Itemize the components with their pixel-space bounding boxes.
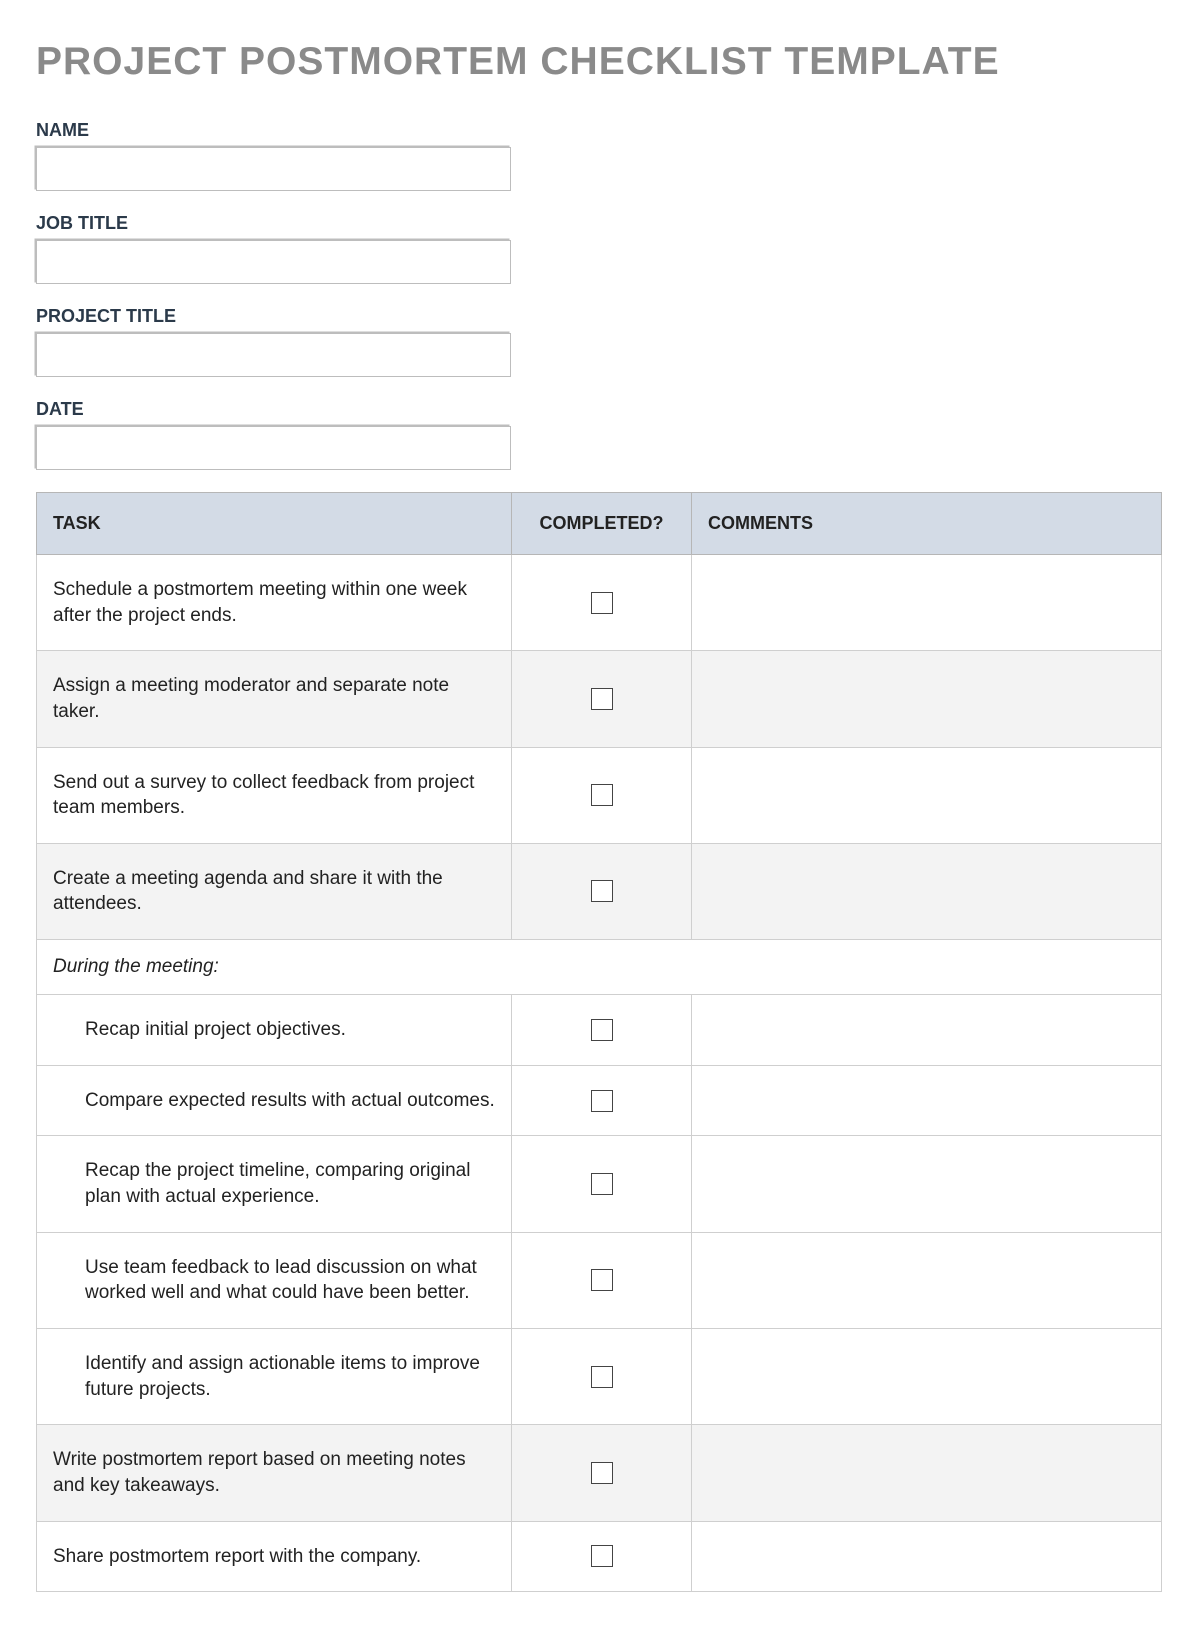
checkbox[interactable]	[591, 688, 613, 710]
table-row: Compare expected results with actual out…	[37, 1065, 1162, 1136]
job-title-label: JOB TITLE	[36, 213, 1162, 234]
task-cell: Send out a survey to collect feedback fr…	[37, 747, 512, 843]
completed-cell	[512, 1065, 692, 1136]
checkbox[interactable]	[591, 1545, 613, 1567]
task-cell: Recap initial project objectives.	[37, 995, 512, 1066]
project-title-label: PROJECT TITLE	[36, 306, 1162, 327]
completed-cell	[512, 1328, 692, 1424]
completed-cell	[512, 747, 692, 843]
project-title-field-group: PROJECT TITLE	[36, 306, 1162, 377]
table-row: Recap initial project objectives.	[37, 995, 1162, 1066]
name-input[interactable]	[36, 147, 511, 191]
table-row: Create a meeting agenda and share it wit…	[37, 843, 1162, 939]
header-comments: COMMENTS	[692, 493, 1162, 555]
checkbox[interactable]	[591, 1019, 613, 1041]
comments-cell[interactable]	[692, 1521, 1162, 1592]
completed-cell	[512, 995, 692, 1066]
task-cell: Use team feedback to lead discussion on …	[37, 1232, 512, 1328]
completed-cell	[512, 1425, 692, 1521]
completed-cell	[512, 555, 692, 651]
checkbox[interactable]	[591, 1090, 613, 1112]
table-row: Write postmortem report based on meeting…	[37, 1425, 1162, 1521]
completed-cell	[512, 1232, 692, 1328]
comments-cell[interactable]	[692, 843, 1162, 939]
checkbox[interactable]	[591, 1366, 613, 1388]
table-row: Send out a survey to collect feedback fr…	[37, 747, 1162, 843]
task-cell: Compare expected results with actual out…	[37, 1065, 512, 1136]
comments-cell[interactable]	[692, 1065, 1162, 1136]
section-heading: During the meeting:	[37, 940, 1162, 995]
table-row: Schedule a postmortem meeting within one…	[37, 555, 1162, 651]
task-cell: Share postmortem report with the company…	[37, 1521, 512, 1592]
comments-cell[interactable]	[692, 1328, 1162, 1424]
table-row: Assign a meeting moderator and separate …	[37, 651, 1162, 747]
comments-cell[interactable]	[692, 995, 1162, 1066]
header-completed: COMPLETED?	[512, 493, 692, 555]
task-cell: Schedule a postmortem meeting within one…	[37, 555, 512, 651]
task-cell: Recap the project timeline, comparing or…	[37, 1136, 512, 1232]
job-title-input[interactable]	[36, 240, 511, 284]
comments-cell[interactable]	[692, 555, 1162, 651]
table-row: Recap the project timeline, comparing or…	[37, 1136, 1162, 1232]
checklist-table: TASK COMPLETED? COMMENTS Schedule a post…	[36, 492, 1162, 1592]
completed-cell	[512, 843, 692, 939]
comments-cell[interactable]	[692, 1136, 1162, 1232]
date-label: DATE	[36, 399, 1162, 420]
checkbox[interactable]	[591, 592, 613, 614]
header-task: TASK	[37, 493, 512, 555]
checkbox[interactable]	[591, 1269, 613, 1291]
table-row: Use team feedback to lead discussion on …	[37, 1232, 1162, 1328]
table-row: Share postmortem report with the company…	[37, 1521, 1162, 1592]
page-title: PROJECT POSTMORTEM CHECKLIST TEMPLATE	[36, 40, 1162, 84]
comments-cell[interactable]	[692, 1232, 1162, 1328]
task-cell: Write postmortem report based on meeting…	[37, 1425, 512, 1521]
checkbox[interactable]	[591, 1173, 613, 1195]
comments-cell[interactable]	[692, 1425, 1162, 1521]
checkbox[interactable]	[591, 784, 613, 806]
name-field-group: NAME	[36, 120, 1162, 191]
task-cell: Identify and assign actionable items to …	[37, 1328, 512, 1424]
project-title-input[interactable]	[36, 333, 511, 377]
name-label: NAME	[36, 120, 1162, 141]
checkbox[interactable]	[591, 880, 613, 902]
completed-cell	[512, 651, 692, 747]
job-title-field-group: JOB TITLE	[36, 213, 1162, 284]
date-input[interactable]	[36, 426, 511, 470]
table-row: Identify and assign actionable items to …	[37, 1328, 1162, 1424]
checkbox[interactable]	[591, 1462, 613, 1484]
task-cell: Create a meeting agenda and share it wit…	[37, 843, 512, 939]
date-field-group: DATE	[36, 399, 1162, 470]
completed-cell	[512, 1521, 692, 1592]
task-cell: Assign a meeting moderator and separate …	[37, 651, 512, 747]
completed-cell	[512, 1136, 692, 1232]
comments-cell[interactable]	[692, 651, 1162, 747]
comments-cell[interactable]	[692, 747, 1162, 843]
